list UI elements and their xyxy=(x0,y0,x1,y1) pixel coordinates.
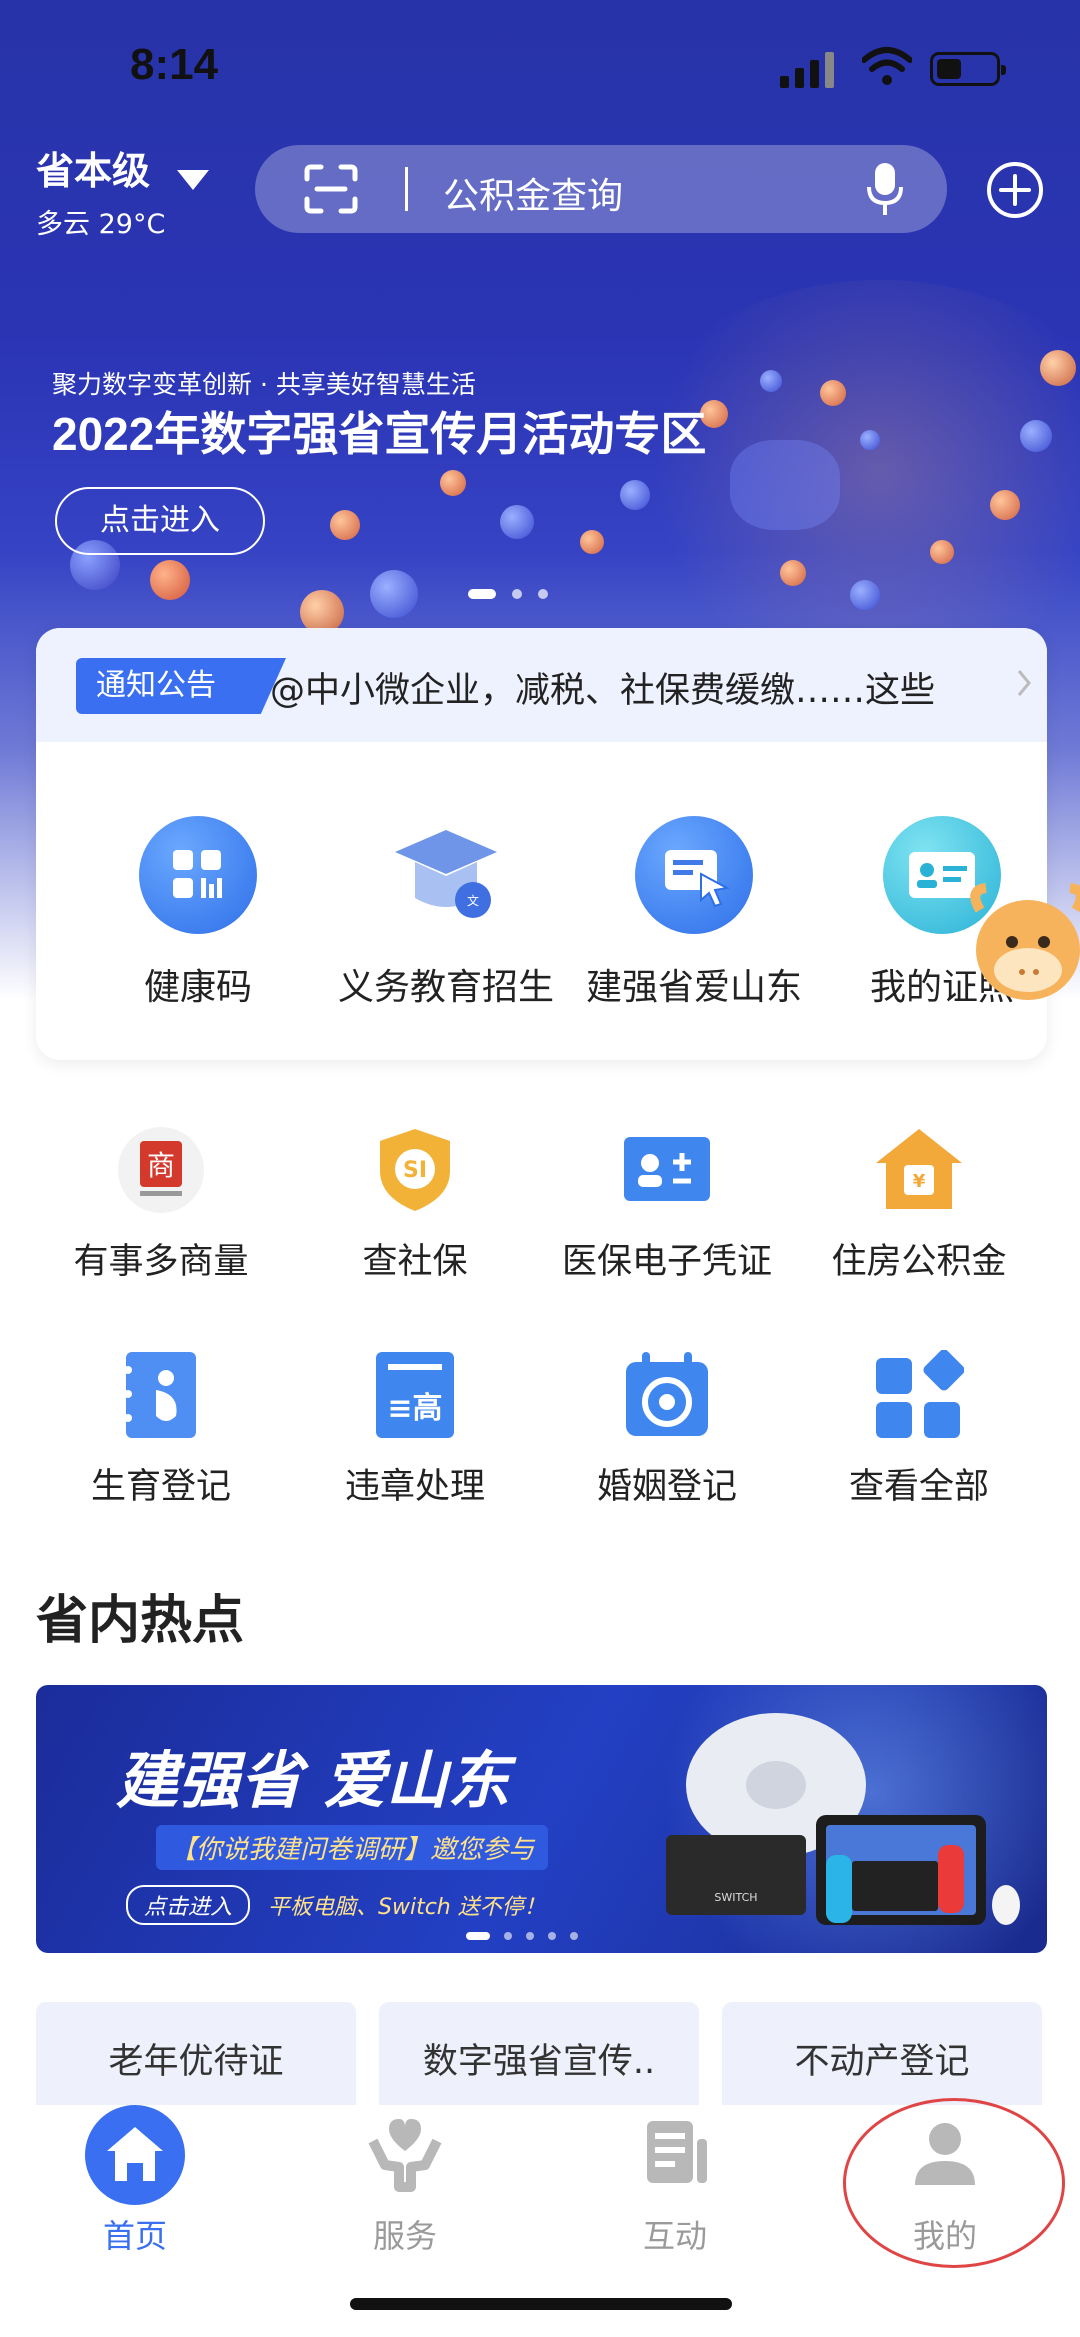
promo-pagination xyxy=(466,1925,592,1944)
cow-mascot-icon[interactable] xyxy=(958,860,1080,1030)
tab-services[interactable]: 服务 xyxy=(295,2105,515,2257)
svg-text:文: 文 xyxy=(467,893,479,908)
quick-services-card: 通知公告 @中小微企业，减税、社保费缓缴……这些 健康码 文 义务教育招生 建强… xyxy=(36,628,1047,1060)
tab-interaction[interactable]: 互动 xyxy=(565,2105,785,2257)
promo-note: 平板电脑、Switch 送不停！ xyxy=(268,1895,546,1920)
service-traffic-violation[interactable]: ≡高 违章处理 xyxy=(290,1350,540,1509)
tab-label: 首页 xyxy=(102,2217,167,2255)
promo-title: 建强省 爱山东 xyxy=(116,1744,510,1817)
service-label: 查社保 xyxy=(362,1242,468,1282)
interaction-icon xyxy=(625,2105,725,2205)
top-service-jianqiang[interactable]: 建强省爱山东 xyxy=(574,816,814,1010)
add-circle-icon[interactable] xyxy=(985,160,1045,220)
medical-insurance-card-icon xyxy=(622,1125,712,1215)
social-security-shield-icon: SI xyxy=(370,1125,460,1215)
banner-pagination xyxy=(468,583,564,599)
all-grid-icon xyxy=(874,1349,965,1440)
top-service-label: 建强省爱山东 xyxy=(585,967,802,1008)
service-label: 生育登记 xyxy=(90,1467,231,1507)
search-bar[interactable]: 公积金查询 xyxy=(255,145,947,233)
svg-text:SWITCH: SWITCH xyxy=(714,1891,757,1904)
housing-fund-house-icon: ¥ xyxy=(874,1125,964,1215)
traffic-ticket-icon: ≡高 xyxy=(370,1350,460,1440)
wifi-icon xyxy=(862,47,912,85)
service-social-security[interactable]: SI 查社保 xyxy=(290,1125,540,1284)
promo-enter-button[interactable]: 点击进入 xyxy=(126,1885,251,1925)
service-label: 婚姻登记 xyxy=(596,1467,737,1507)
service-medical-insurance[interactable]: 医保电子凭证 xyxy=(542,1125,792,1284)
heart-hand-icon xyxy=(355,2105,455,2205)
highlight-circle xyxy=(843,2098,1065,2268)
top-service-label: 健康码 xyxy=(143,967,252,1008)
hot-topic-chips: 老年优待证 数字强省宣传.. 不动产登记 xyxy=(36,2002,1047,2112)
notice-bar[interactable]: 通知公告 @中小微企业，减税、社保费缓缴……这些 xyxy=(36,628,1047,742)
tab-home[interactable]: 首页 xyxy=(25,2105,245,2257)
scan-icon[interactable] xyxy=(303,163,359,215)
status-bar: 8:14 xyxy=(0,0,1080,140)
location-name: 省本级 xyxy=(36,149,151,193)
chip-real-estate[interactable]: 不动产登记 xyxy=(722,2002,1042,2112)
chip-digital-province[interactable]: 数字强省宣传.. xyxy=(379,2002,699,2112)
message-pointer-icon xyxy=(635,816,753,934)
home-icon xyxy=(85,2105,185,2205)
banner-enter-button[interactable]: 点击进入 xyxy=(55,487,265,555)
home-indicator[interactable] xyxy=(350,2298,732,2310)
service-view-all[interactable]: 查看全部 xyxy=(794,1349,1044,1509)
service-label: 违章处理 xyxy=(344,1467,485,1507)
top-service-label: 义务教育招生 xyxy=(337,967,554,1008)
service-consult[interactable]: 商 有事多商量 xyxy=(36,1125,286,1284)
notice-text[interactable]: @中小微企业，减税、社保费缓缴……这些 xyxy=(270,662,935,713)
top-service-health-code[interactable]: 健康码 xyxy=(78,816,318,1010)
service-birth-registration[interactable]: 生育登记 xyxy=(36,1350,286,1509)
banner-subtitle: 聚力数字变革创新 · 共享美好智慧生活 xyxy=(52,370,476,399)
search-input[interactable]: 公积金查询 xyxy=(443,167,623,219)
signal-icon xyxy=(780,52,834,88)
pregnancy-notebook-icon xyxy=(116,1350,206,1440)
banner-title: 2022年数字强省宣传月活动专区 xyxy=(52,408,707,460)
service-label: 医保电子凭证 xyxy=(561,1242,772,1282)
health-code-icon xyxy=(139,816,257,934)
service-label: 查看全部 xyxy=(848,1467,989,1507)
notice-tag: 通知公告 xyxy=(76,658,286,714)
svg-text:商: 商 xyxy=(147,1149,175,1182)
svg-text:¥: ¥ xyxy=(913,1171,926,1192)
tab-label: 互动 xyxy=(642,2217,707,2255)
status-time: 8:14 xyxy=(130,40,219,89)
microphone-icon[interactable] xyxy=(867,161,903,217)
promo-subtitle: 【你说我建问卷调研】邀您参与 xyxy=(156,1825,549,1870)
svg-text:SI: SI xyxy=(403,1158,427,1183)
service-housing-fund[interactable]: ¥ 住房公积金 xyxy=(794,1125,1044,1284)
chevron-right-icon xyxy=(1017,670,1031,696)
chip-senior-card[interactable]: 老年优待证 xyxy=(36,2002,356,2112)
seal-icon: 商 xyxy=(116,1125,206,1215)
tab-label: 服务 xyxy=(372,2217,437,2255)
marriage-calendar-icon xyxy=(622,1350,712,1440)
weather-text: 多云 29°C xyxy=(36,209,166,240)
service-label: 住房公积金 xyxy=(831,1242,1007,1282)
service-label: 有事多商量 xyxy=(73,1242,249,1282)
hot-promo-banner[interactable]: 建强省 爱山东 【你说我建问卷调研】邀您参与 点击进入 平板电脑、Switch … xyxy=(36,1685,1047,1953)
product-images-icon: SWITCH xyxy=(666,1713,1020,1925)
battery-icon xyxy=(930,52,1006,86)
graduation-cap-icon: 文 xyxy=(387,816,505,934)
service-marriage-registration[interactable]: 婚姻登记 xyxy=(542,1350,792,1509)
svg-text:≡高: ≡高 xyxy=(387,1391,442,1426)
search-separator xyxy=(405,167,408,211)
top-service-education[interactable]: 文 义务教育招生 xyxy=(326,816,566,1010)
hot-section-title: 省内热点 xyxy=(36,1591,245,1651)
caret-down-icon xyxy=(177,169,210,190)
location-selector[interactable]: 省本级 xyxy=(36,140,210,195)
